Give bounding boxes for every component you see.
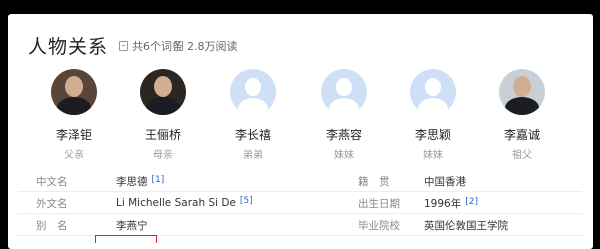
avatar[interactable] (51, 69, 97, 115)
person-name[interactable]: 李长禧 (218, 126, 288, 143)
info-label: 中文名 (36, 176, 68, 188)
info-value: 1996年 [2] (424, 197, 478, 210)
view-count-icon (174, 41, 183, 51)
document-icon (119, 41, 128, 51)
person-card[interactable]: 李泽钜 父亲 (39, 69, 109, 161)
info-row: 外文名 Li Michelle Sarah Si De [5] 出生日期 1996… (18, 192, 582, 214)
info-value: Li Michelle Sarah Si De [5] (116, 196, 253, 209)
avatar[interactable] (499, 69, 545, 115)
info-label: 外文名 (36, 198, 68, 210)
person-relation: 父亲 (64, 150, 84, 161)
reference-link[interactable]: [5] (240, 196, 253, 206)
info-value: 李思德 [1] (116, 175, 165, 188)
person-relation: 祖父 (512, 150, 532, 161)
person-relation: 弟弟 (243, 150, 263, 161)
person-relation: 妹妹 (334, 150, 354, 161)
info-label: 出生日期 (358, 198, 400, 210)
info-label: 籍 贯 (358, 176, 390, 188)
basic-info-table: 中文名 李思德 [1] 籍 贯 中国香港 外文名 Li Michelle Sara… (18, 170, 582, 236)
person-name[interactable]: 王俪桥 (128, 126, 198, 143)
read-count-text: 2.8万阅读 (187, 40, 238, 53)
reference-link[interactable]: [1] (152, 175, 165, 185)
default-avatar-icon[interactable] (230, 69, 276, 115)
person-relation: 母亲 (153, 150, 173, 161)
person-relation: 妹妹 (423, 150, 443, 161)
info-row: 中文名 李思德 [1] 籍 贯 中国香港 (18, 170, 582, 192)
person-card[interactable]: 李思颖 妹妹 (398, 69, 468, 161)
info-value: 李燕宁 (116, 220, 148, 232)
person-card[interactable]: 王俪桥 母亲 (128, 69, 198, 161)
info-label: 毕业院校 (358, 220, 400, 232)
info-label: 别 名 (36, 220, 68, 232)
person-name[interactable]: 李思颖 (398, 126, 468, 143)
default-avatar-icon[interactable] (410, 69, 456, 115)
person-name[interactable]: 李泽钜 (39, 126, 109, 143)
person-card[interactable]: 李燕容 妹妹 (309, 69, 379, 161)
highlight-box (95, 235, 157, 243)
reference-link[interactable]: [2] (465, 197, 478, 207)
avatar[interactable] (140, 69, 186, 115)
read-count: 2.8万阅读 (174, 38, 238, 54)
person-name[interactable]: 李嘉诚 (487, 126, 557, 143)
info-row: 别 名 李燕宁 毕业院校 英国伦敦国王学院 (18, 214, 582, 236)
info-value: 英国伦敦国王学院 (424, 220, 508, 232)
section-title: 人物关系 (28, 36, 109, 58)
person-card[interactable]: 李嘉诚 祖父 (487, 69, 557, 161)
person-card[interactable]: 李长禧 弟弟 (218, 69, 288, 161)
person-name[interactable]: 李燕容 (309, 126, 379, 143)
info-value: 中国香港 (424, 176, 466, 188)
default-avatar-icon[interactable] (321, 69, 367, 115)
